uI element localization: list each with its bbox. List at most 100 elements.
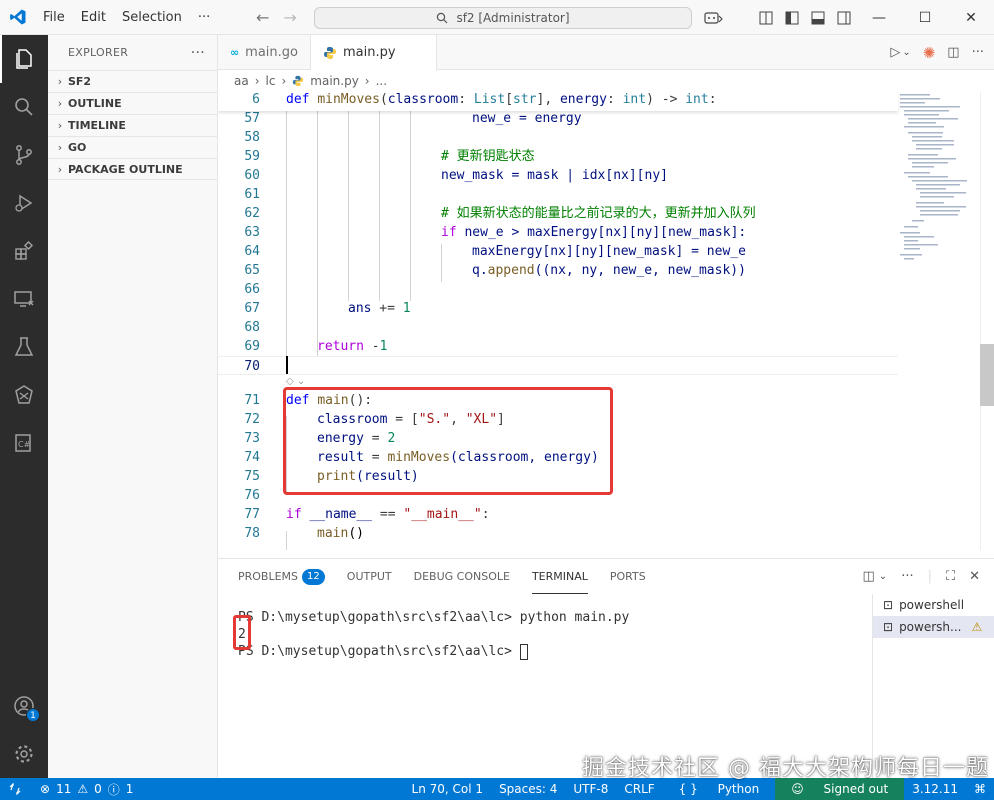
error-icon: ⊗ — [40, 782, 51, 796]
containers-icon[interactable]: C# — [0, 419, 48, 467]
editor-scrollbar[interactable] — [980, 92, 994, 550]
code-text: def minMoves(classroom: List[str], energ… — [286, 92, 717, 107]
terminal-icon: ⊡ — [883, 598, 894, 612]
editor-tabs: ∞ main.go main.py ▷ ⌄ ✺ ◫ ··· — [218, 35, 994, 71]
more-actions-icon[interactable]: ··· — [191, 45, 205, 61]
toggle-sidebar-icon[interactable] — [784, 10, 800, 26]
tab-terminal[interactable]: TERMINAL — [531, 559, 588, 594]
close-panel-icon[interactable]: ✕ — [969, 569, 980, 584]
codelens-icon[interactable]: ◇ ⌄ — [286, 376, 305, 387]
breadcrumb-file[interactable]: main.py — [310, 74, 359, 88]
search-icon — [437, 12, 448, 24]
remote-explorer-icon[interactable] — [0, 275, 48, 323]
section-go[interactable]: › GO — [48, 136, 217, 158]
cursor-position[interactable]: Ln 70, Col 1 — [404, 782, 492, 796]
explorer-icon[interactable] — [0, 35, 48, 83]
toggle-panel-icon[interactable] — [810, 10, 826, 26]
copilot-icon: ☺ — [791, 782, 804, 796]
more-actions-icon[interactable]: ··· — [972, 45, 984, 60]
notifications-icon[interactable]: ⌘ — [966, 782, 994, 796]
tab-main-go[interactable]: ∞ main.go — [218, 35, 311, 70]
menu-edit[interactable]: Edit — [73, 0, 114, 35]
code-line: 78 main() — [244, 526, 364, 541]
command-center-label: sf2 [Administrator] — [456, 11, 570, 25]
editor-scroll-thumb[interactable] — [980, 344, 994, 406]
chevron-right-icon: › — [57, 162, 63, 176]
sparkle-icon[interactable]: ✺ — [923, 44, 936, 62]
chevron-down-icon[interactable]: ⌄ — [902, 47, 910, 58]
chevron-right-icon: › — [281, 74, 287, 88]
forward-arrow-icon[interactable]: → — [283, 8, 296, 27]
testing-icon[interactable] — [0, 323, 48, 371]
breadcrumb-more[interactable]: ... — [376, 74, 387, 88]
terminal-cursor — [519, 643, 528, 660]
bottom-panel: PROBLEMS 12 OUTPUT DEBUG CONSOLE TERMINAL… — [218, 558, 994, 779]
braces-icon: { } — [678, 782, 698, 796]
menu-file[interactable]: File — [35, 0, 73, 35]
command-center[interactable]: sf2 [Administrator] — [314, 7, 692, 29]
accounts-badge: 1 — [26, 708, 40, 722]
settings-gear-icon[interactable] — [0, 730, 48, 778]
run-python-icon[interactable]: ▷ — [890, 45, 900, 60]
close-icon[interactable]: ✕ — [948, 0, 994, 35]
code-line: 58 — [244, 130, 260, 145]
menu-more[interactable]: ··· — [190, 0, 218, 35]
indentation[interactable]: Spaces: 4 — [491, 782, 565, 796]
terminal-highlight-annotation — [233, 615, 251, 650]
source-control-icon[interactable] — [0, 131, 48, 179]
explorer-sidebar: EXPLORER ··· › SF2 › OUTLINE › TIMELINE › GO… — [48, 35, 218, 778]
section-timeline[interactable]: › TIMELINE — [48, 114, 217, 136]
chevron-down-icon[interactable]: ⌄ — [879, 571, 887, 582]
sticky-scroll-header[interactable]: 6 def minMoves(classroom: List[str], ene… — [218, 92, 898, 111]
maximize-icon[interactable]: ☐ — [902, 0, 948, 35]
tab-ports[interactable]: PORTS — [610, 559, 646, 594]
panel-actions: ◫ ⌄ ··· | ⛶ ✕ — [863, 559, 981, 594]
layout-panel-icon[interactable] — [758, 10, 774, 26]
separator: | — [927, 569, 932, 584]
menu-selection[interactable]: Selection — [114, 0, 190, 35]
tab-output[interactable]: OUTPUT — [347, 559, 392, 594]
accounts-icon[interactable]: 1 — [0, 682, 48, 730]
editor-actions: ▷ ⌄ ✺ ◫ ··· — [890, 35, 984, 70]
run-debug-icon[interactable] — [0, 179, 48, 227]
layout-controls — [704, 0, 852, 35]
split-editor-icon[interactable]: ◫ — [947, 45, 959, 60]
breadcrumb-folder-aa[interactable]: aa — [234, 74, 249, 88]
encoding[interactable]: UTF-8 — [565, 782, 616, 796]
terminal-item-powershell[interactable]: ⊡ powershell — [873, 594, 994, 616]
code-highlight-annotation — [283, 387, 613, 495]
python-version[interactable]: 3.12.11 — [904, 782, 966, 796]
toggle-secondary-sidebar-icon[interactable] — [836, 10, 852, 26]
code-line: 63 if new_e > maxEnergy[nx][ny][new_mask]… — [244, 225, 747, 240]
warning-icon: ⚠ — [77, 782, 89, 796]
remote-icon[interactable] — [0, 778, 30, 800]
minimap[interactable] — [894, 92, 979, 550]
line-ending[interactable]: CRLF — [616, 782, 662, 796]
maximize-panel-icon[interactable]: ⛶ — [946, 569, 955, 584]
go-extension-icon[interactable] — [0, 371, 48, 419]
extensions-icon[interactable] — [0, 227, 48, 275]
terminal-item-powershell-active[interactable]: ⊡ powersh... ⚠ — [873, 616, 994, 638]
tab-debug-console[interactable]: DEBUG CONSOLE — [414, 559, 510, 594]
split-terminal-icon[interactable]: ◫ — [863, 569, 875, 584]
back-arrow-icon[interactable]: ← — [256, 8, 269, 27]
minimize-icon[interactable]: — — [856, 0, 902, 35]
terminal-output[interactable]: PS D:\mysetup\gopath\src\sf2\aa\lc> pyth… — [238, 609, 629, 660]
more-actions-icon[interactable]: ··· — [901, 569, 913, 584]
info-icon: ⓘ — [107, 782, 120, 797]
breadcrumb-folder-lc[interactable]: lc — [266, 74, 276, 88]
tab-main-py[interactable]: main.py — [311, 35, 437, 71]
search-icon[interactable] — [0, 83, 48, 131]
code-line: 77 if __name__ == "__main__": — [244, 507, 490, 522]
terminal-icon: ⊡ — [883, 620, 894, 634]
language-mode[interactable]: { } Python — [663, 782, 776, 796]
section-sf2[interactable]: › SF2 — [48, 70, 217, 92]
code-line: 65 q.append((nx, ny, new_e, new_mask)) — [244, 263, 746, 278]
section-outline[interactable]: › OUTLINE — [48, 92, 217, 114]
activity-bottom: 1 — [0, 682, 48, 778]
tab-problems[interactable]: PROBLEMS 12 — [238, 559, 325, 594]
problems-summary[interactable]: ⊗ 11 ⚠ 0 ⓘ 1 — [30, 781, 133, 798]
copilot-icon[interactable] — [704, 10, 724, 26]
activity-bar: C# 1 — [0, 35, 48, 778]
section-package-outline[interactable]: › PACKAGE OUTLINE — [48, 158, 217, 180]
